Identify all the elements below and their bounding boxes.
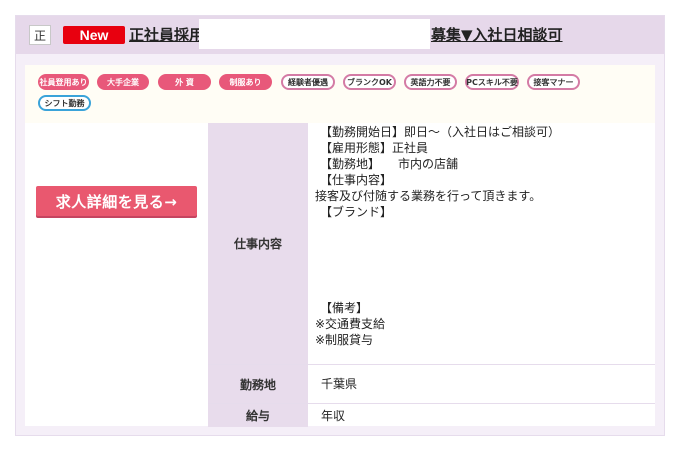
salary-label: 給与 <box>208 403 308 427</box>
new-badge: New <box>63 26 125 44</box>
job-line: ※制服貸与 <box>315 333 374 347</box>
job-content-value: 【勤務開始日】即日～（入社日はご相談可） 【雇用形態】正社員 【勤務地】 市内の… <box>308 123 655 364</box>
view-job-detail-button[interactable]: 求人詳細を見る→ <box>36 186 197 216</box>
tag-blank-ok: ブランクOK <box>343 74 396 90</box>
job-line: 【勤務開始日】即日～（入社日はご相談可） <box>320 125 561 139</box>
location-value: 千葉県 <box>308 364 655 402</box>
tag-experience-preferred: 経験者優遇 <box>281 74 335 90</box>
location-label: 勤務地 <box>208 364 308 403</box>
salary-value: 年収 <box>308 403 655 426</box>
tag-employee-promotion: 社員登用あり <box>38 74 89 90</box>
tag-foreign-capital: 外 資 <box>158 74 211 90</box>
listing-body: 求人詳細を見る→ 仕事内容 【勤務開始日】即日～（入社日はご相談可） 【雇用形態… <box>25 123 655 427</box>
job-line: 【備考】 <box>320 301 369 315</box>
listing-header: 正 New 正社員採用 募集▼入社日相談可 <box>16 16 664 54</box>
job-listing-card: 正 New 正社員採用 募集▼入社日相談可 社員登用あり 大手企業 外 資 制服… <box>15 15 665 436</box>
employment-type-icon: 正 <box>29 25 51 45</box>
job-line: ※交通費支給 <box>315 317 386 331</box>
tag-no-pc-skill: PCスキル不要 <box>465 74 519 90</box>
feature-tags: 社員登用あり 大手企業 外 資 制服あり 経験者優遇 ブランクOK 英語力不要 … <box>25 65 655 123</box>
tag-customer-manners: 接客マナー <box>527 74 580 90</box>
tag-large-company: 大手企業 <box>97 74 149 90</box>
job-line: 【仕事内容】 <box>320 173 393 187</box>
job-content-label: 仕事内容 <box>208 123 308 364</box>
job-line: 【勤務地】 市内の店舗 <box>320 157 459 171</box>
tag-no-english: 英語力不要 <box>404 74 457 90</box>
tag-uniform: 制服あり <box>219 74 272 90</box>
tag-shift-work: シフト勤務 <box>38 95 91 111</box>
listing-title-link-suffix[interactable]: 募集▼入社日相談可 <box>431 24 563 45</box>
listing-image-area: 求人詳細を見る→ <box>25 123 208 426</box>
listing-title-link[interactable]: 正社員採用 <box>129 24 204 45</box>
redacted-company-name <box>199 19 430 49</box>
job-line: 【雇用形態】正社員 <box>320 141 429 155</box>
job-line: 【ブランド】 <box>320 205 393 219</box>
job-line: 接客及び付随する業務を行って頂きます。 <box>315 189 542 203</box>
